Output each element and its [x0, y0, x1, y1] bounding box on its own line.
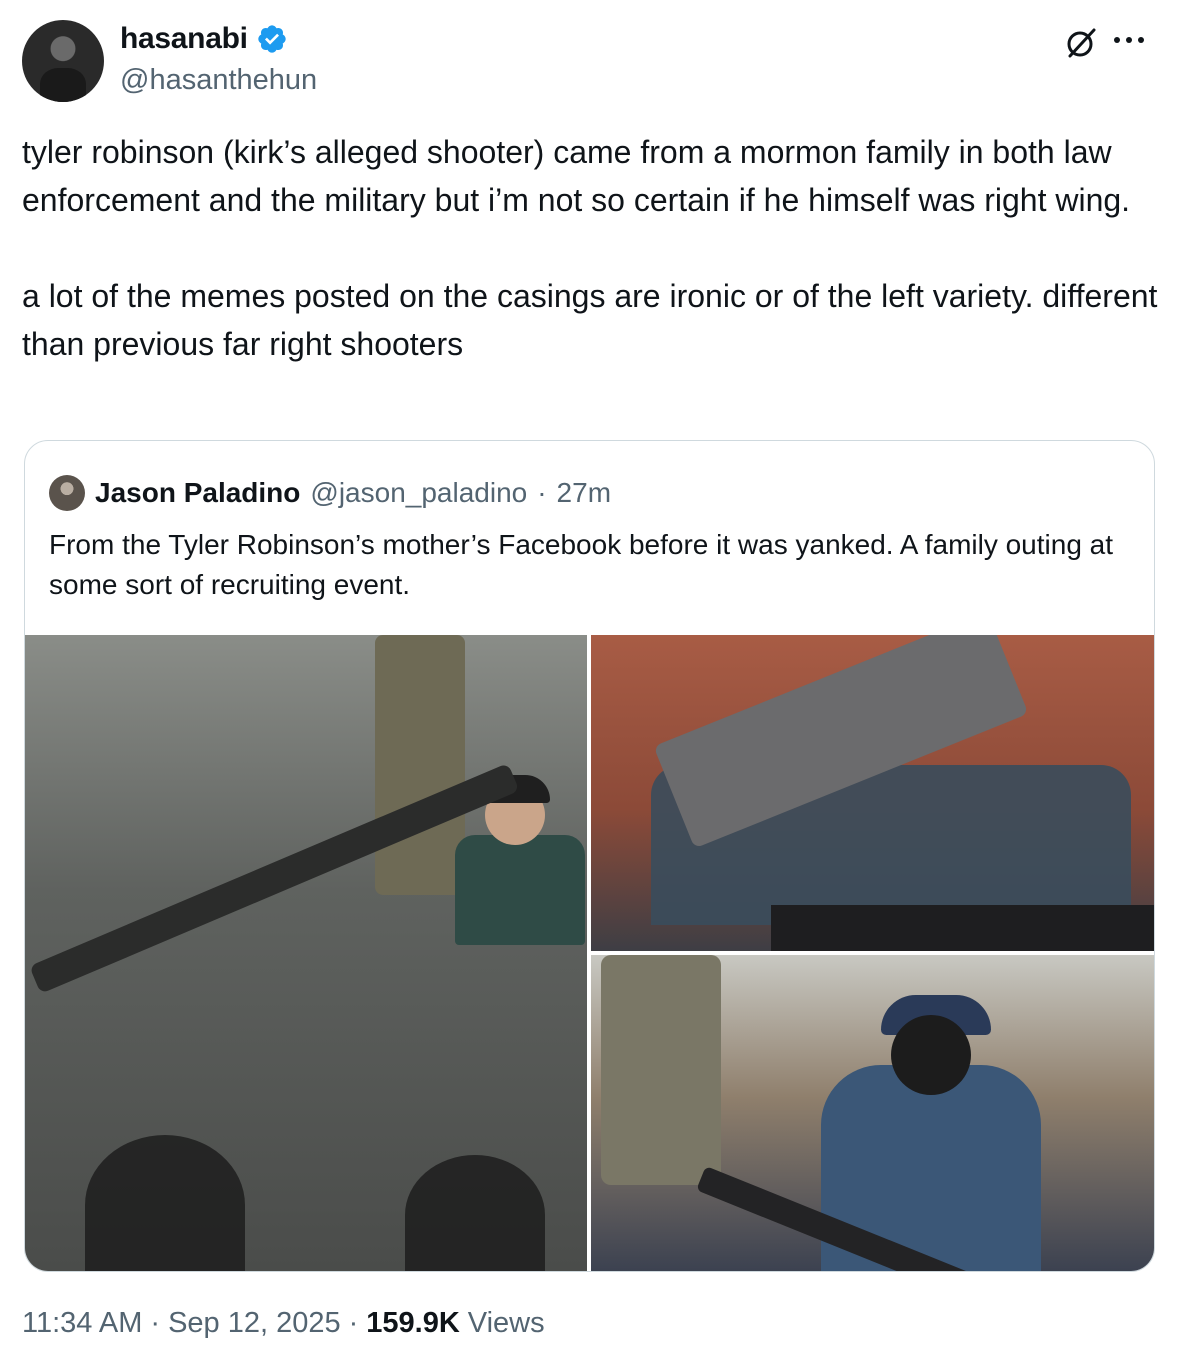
tweet-paragraph: tyler robinson (kirk’s alleged shooter) …	[22, 134, 1131, 218]
quote-header: Jason Paladino @jason_paladino · 27m	[49, 475, 611, 511]
quote-author-avatar[interactable]	[49, 475, 85, 511]
tweet: hasanabi @hasanthehun tyler robinson (ki…	[0, 0, 1180, 1370]
tweet-text: tyler robinson (kirk’s alleged shooter) …	[22, 128, 1162, 368]
quote-media-grid	[25, 635, 1154, 1271]
quote-separator: ·	[537, 477, 547, 508]
author-handle[interactable]: @hasanthehun	[120, 64, 317, 97]
photo-group-table[interactable]	[591, 635, 1154, 951]
quote-timestamp[interactable]: 27m	[557, 477, 611, 509]
more-icon[interactable]	[1114, 30, 1154, 50]
author-display-name[interactable]: hasanabi	[120, 22, 248, 56]
quote-author-handle[interactable]: @jason_paladino	[310, 477, 527, 509]
post-date[interactable]: Sep 12, 2025	[168, 1307, 341, 1340]
author-name-row: hasanabi	[120, 22, 288, 56]
author-avatar[interactable]	[22, 20, 104, 102]
tweet-footer: 11:34 AM · Sep 12, 2025 · 159.9K Views	[22, 1307, 545, 1340]
tweet-paragraph: a lot of the memes posted on the casings…	[22, 278, 1167, 362]
views-label: Views	[467, 1307, 545, 1339]
post-time[interactable]: 11:34 AM	[22, 1307, 142, 1340]
quote-text: From the Tyler Robinson’s mother’s Faceb…	[49, 529, 1114, 600]
footer-separator: ·	[348, 1307, 359, 1339]
verified-badge-icon	[257, 25, 286, 53]
grok-icon[interactable]	[1064, 26, 1098, 60]
photo-machine-gun[interactable]	[25, 635, 587, 1271]
views-count: 159.9K	[366, 1307, 460, 1339]
photo-kid-rifle[interactable]	[591, 955, 1154, 1271]
quoted-tweet[interactable]: Jason Paladino @jason_paladino · 27m Fro…	[24, 440, 1155, 1272]
quote-author-name[interactable]: Jason Paladino	[95, 477, 300, 509]
footer-separator: ·	[150, 1307, 161, 1339]
